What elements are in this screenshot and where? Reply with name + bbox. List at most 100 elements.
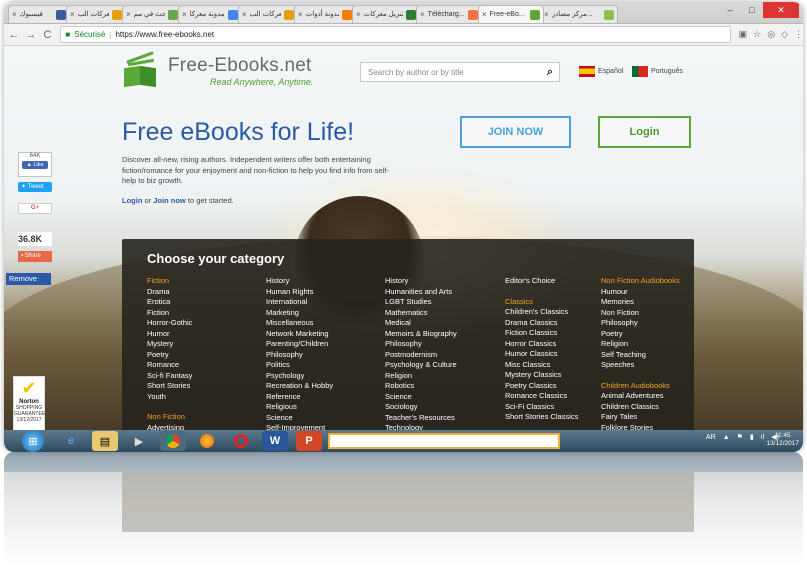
category-link[interactable]: Mystery <box>147 339 192 350</box>
category-link[interactable]: Drama Classics <box>505 318 578 329</box>
category-link[interactable]: Robotics <box>385 381 457 392</box>
category-link[interactable]: Short Stories Classics <box>505 412 578 423</box>
tab-close-icon[interactable]: × <box>242 6 247 23</box>
category-link[interactable]: Science <box>266 413 333 424</box>
browser-tab[interactable]: ×مدونة معركا... <box>178 5 242 23</box>
taskbar-text-field[interactable] <box>328 433 560 449</box>
category-heading[interactable]: Non Fiction Audiobooks <box>601 276 680 287</box>
bookmark-star-icon[interactable]: ☆ <box>753 29 761 40</box>
category-link[interactable]: Misc Classics <box>505 360 578 371</box>
category-heading[interactable]: Non Fiction <box>147 412 192 423</box>
google-plus-button[interactable]: G+ <box>18 203 52 214</box>
browser-tab[interactable]: ×مدونة أدوات... <box>294 5 356 23</box>
category-link[interactable]: Sociology <box>385 402 457 413</box>
network-icon[interactable]: ▮ <box>750 433 754 441</box>
category-link[interactable]: Psychology <box>266 371 333 382</box>
maximize-button[interactable]: □ <box>741 2 763 18</box>
category-link[interactable]: Humanities and Arts <box>385 287 457 298</box>
category-link[interactable]: Erotica <box>147 297 192 308</box>
category-link[interactable]: Recreation & Hobby <box>266 381 333 392</box>
forward-icon[interactable]: → <box>24 29 38 41</box>
translate-icon[interactable]: ▣ <box>739 29 748 40</box>
category-heading[interactable]: Children Audiobooks <box>601 381 680 392</box>
category-link[interactable]: Reference <box>266 392 333 403</box>
category-link[interactable]: Memoirs & Biography <box>385 329 457 340</box>
taskbar-clock[interactable]: 11:45 13/12/2017 <box>766 432 799 448</box>
action-center-icon[interactable]: ⚑ <box>737 433 743 441</box>
browser-tab[interactable]: × Free-eBo... <box>478 5 544 23</box>
remove-button[interactable]: Remove <box>6 273 51 285</box>
category-link[interactable]: Medical <box>385 318 457 329</box>
category-link[interactable]: Horror Classics <box>505 339 578 350</box>
extension-icon[interactable]: ◎ <box>767 29 775 40</box>
tab-close-icon[interactable]: × <box>356 6 361 23</box>
category-link[interactable]: Religion <box>385 371 457 382</box>
category-link[interactable]: Teacher's Resources <box>385 413 457 424</box>
category-link[interactable]: Romance Classics <box>505 391 578 402</box>
language-spanish[interactable]: Español <box>579 66 623 77</box>
category-link[interactable]: Mathematics <box>385 308 457 319</box>
reload-icon[interactable]: C <box>41 29 55 41</box>
tab-close-icon[interactable]: × <box>544 6 549 23</box>
norton-badge[interactable]: ✔ Norton SHOPPING GUARANTEE 13/12/2017 <box>13 376 45 431</box>
category-link[interactable]: Poetry <box>601 329 680 340</box>
category-link[interactable]: Romance <box>147 360 192 371</box>
category-link[interactable]: Youth <box>147 392 192 403</box>
category-link[interactable]: Humor <box>147 329 192 340</box>
tab-close-icon[interactable]: × <box>482 6 487 23</box>
category-link[interactable]: Marketing <box>266 308 333 319</box>
category-link[interactable]: International <box>266 297 333 308</box>
category-link[interactable]: Mystery Classics <box>505 370 578 381</box>
category-link[interactable]: Human Rights <box>266 287 333 298</box>
category-link[interactable]: Psychology & Culture <box>385 360 457 371</box>
word-icon[interactable]: W <box>262 431 288 451</box>
close-window-button[interactable]: ✕ <box>763 2 799 18</box>
category-link[interactable]: Poetry Classics <box>505 381 578 392</box>
chrome-icon[interactable] <box>160 431 186 451</box>
category-link[interactable]: Sci-fi Fantasy <box>147 371 192 382</box>
browser-tab[interactable]: × فيسبوك <box>8 5 70 23</box>
browser-tab[interactable]: ×معركات الب... <box>66 5 126 23</box>
powerpoint-icon[interactable]: P <box>296 431 322 451</box>
category-link[interactable]: Non Fiction <box>601 308 680 319</box>
share-button[interactable]: ▪ Share <box>18 251 52 262</box>
category-link[interactable]: Memories <box>601 297 680 308</box>
tab-close-icon[interactable]: × <box>70 6 75 23</box>
category-link[interactable]: Sci-Fi Classics <box>505 402 578 413</box>
language-portuguese[interactable]: Português <box>632 66 683 77</box>
category-link[interactable]: Fairy Tales <box>601 412 680 423</box>
category-link[interactable]: Fiction <box>147 308 192 319</box>
start-button[interactable]: ⊞ <box>22 430 44 452</box>
category-link[interactable]: Drama <box>147 287 192 298</box>
file-explorer-icon[interactable]: ▤ <box>92 431 118 451</box>
category-link[interactable]: Fiction Classics <box>505 328 578 339</box>
category-link[interactable]: Humor Classics <box>505 349 578 360</box>
category-link[interactable]: Philosophy <box>266 350 333 361</box>
browser-tab[interactable]: × Télécharg... <box>416 5 482 23</box>
facebook-like-widget[interactable]: 64K ▲ Like <box>18 152 52 177</box>
category-link[interactable]: Editor's Choice <box>505 276 578 287</box>
search-icon[interactable]: ⌕ <box>541 66 559 79</box>
category-link[interactable]: Parenting/Children <box>266 339 333 350</box>
extension-2-icon[interactable]: ◇ <box>781 29 788 40</box>
category-link[interactable]: Poetry <box>147 350 192 361</box>
tab-close-icon[interactable]: × <box>298 6 303 23</box>
firefox-icon[interactable] <box>194 431 220 451</box>
category-link[interactable]: Philosophy <box>601 318 680 329</box>
media-player-icon[interactable]: ▶ <box>126 431 152 451</box>
signal-icon[interactable]: ıl <box>761 434 765 441</box>
category-link[interactable]: Animal Adventures <box>601 391 680 402</box>
tweet-button[interactable]: ✦ Tweet <box>18 182 52 192</box>
tab-close-icon[interactable]: × <box>126 6 131 23</box>
tab-close-icon[interactable]: × <box>182 6 187 23</box>
login-link[interactable]: Login <box>122 196 142 205</box>
minimize-button[interactable]: – <box>719 2 741 18</box>
browser-tab[interactable]: × مركز مصادر... <box>540 5 618 23</box>
category-heading[interactable]: Classics <box>505 297 578 308</box>
category-link[interactable]: Science <box>385 392 457 403</box>
category-link[interactable]: Short Stories <box>147 381 192 392</box>
category-link[interactable]: Religious <box>266 402 333 413</box>
category-link[interactable]: LGBT Studies <box>385 297 457 308</box>
category-link[interactable]: Humour <box>601 287 680 298</box>
category-link[interactable]: Postmodernism <box>385 350 457 361</box>
